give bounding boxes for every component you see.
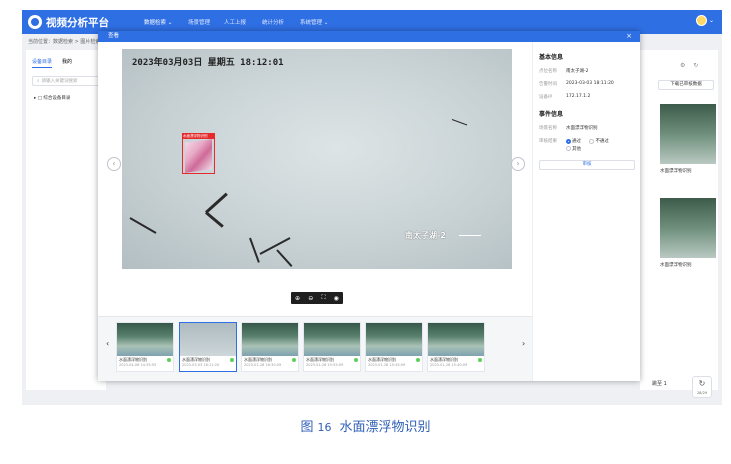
- audit-result-row: 审核结果 通过 不通过 其他: [539, 138, 634, 153]
- view-dialog: 查看 × 水面漂浮物识别 2023年03月03日 星期五 18:12:01 南太…: [98, 31, 640, 381]
- info-row-location: 点位名称 南太子湖-2: [539, 69, 589, 74]
- audit-button[interactable]: 审核: [539, 160, 635, 170]
- refresh-button[interactable]: ↻ 28/29: [692, 376, 712, 398]
- avatar: [695, 15, 707, 26]
- radio-pass[interactable]: 通过: [566, 138, 581, 144]
- debris-stick: [259, 237, 291, 255]
- image-toolbar: ⊕ ⊖ ⛶ ◉: [291, 292, 343, 304]
- chevron-left-icon: ‹: [112, 159, 116, 168]
- dialog-header: 查看: [98, 31, 640, 42]
- pager-input[interactable]: 1: [664, 381, 667, 387]
- debris-stick: [129, 217, 157, 234]
- chevron-right-icon[interactable]: ›: [522, 339, 525, 348]
- app-logo[interactable]: 视频分析平台: [28, 13, 109, 31]
- radio-other[interactable]: 其他: [566, 146, 581, 152]
- tree-item[interactable]: ▸ □ 综合设备目录: [26, 92, 106, 104]
- pager-label: 跳至: [652, 381, 663, 387]
- debris-stick: [451, 119, 468, 126]
- status-dot: [416, 358, 420, 362]
- dialog-title: 查看: [108, 33, 120, 39]
- thumbnail-image: [304, 323, 360, 356]
- close-icon[interactable]: ×: [626, 31, 632, 42]
- event-info-heading: 事件信息: [539, 111, 564, 118]
- left-panel: 设备目录 我的 ⌕ 请输入关键词搜索 ▸ □ 综合设备目录: [26, 50, 106, 390]
- status-dot: [230, 358, 234, 362]
- debris-stick: [204, 192, 228, 214]
- camera-label: 南太子湖-2: [405, 231, 446, 240]
- thumbnail-item[interactable]: 水面漂浮物识别 2023-04-06 14:35:55: [116, 322, 174, 372]
- status-dot: [292, 358, 296, 362]
- video-timestamp: 2023年03月03日 星期五 18:12:01: [132, 58, 284, 68]
- thumbnail-image: [366, 323, 422, 356]
- zoom-out-icon[interactable]: ⊖: [308, 295, 313, 302]
- result-image[interactable]: [660, 104, 716, 164]
- refresh-count: 28/29: [696, 391, 708, 395]
- status-dot: [167, 358, 171, 362]
- result-caption: 水面漂浮物识别: [660, 169, 692, 174]
- thumbnail-image: [117, 323, 173, 356]
- next-image-button[interactable]: ›: [511, 157, 525, 171]
- info-row-scene: 场景名称 水面漂浮物识别: [539, 126, 598, 131]
- audit-result-label: 审核结果: [539, 139, 557, 144]
- settings-icon[interactable]: ⚙: [680, 62, 685, 69]
- tab-mine[interactable]: 我的: [62, 58, 72, 68]
- result-caption: 水面漂浮物识别: [660, 263, 692, 268]
- zoom-in-icon[interactable]: ⊕: [295, 295, 300, 302]
- debris-stick: [205, 211, 224, 228]
- fullscreen-icon[interactable]: ⛶: [321, 294, 325, 302]
- camera-label-line: [459, 235, 481, 236]
- download-audited-button[interactable]: 下载已审核数据: [658, 80, 714, 90]
- thumbnail-item-active[interactable]: 水面漂浮物识别 2023-03-03 18:11:20: [179, 322, 237, 372]
- debris-stick: [276, 249, 293, 268]
- user-menu[interactable]: ⌄: [695, 15, 714, 26]
- debris-stick: [249, 237, 260, 263]
- thumbnail-strip: ‹ › 水面漂浮物识别 2023-04-06 14:35:55 水面漂浮物识别 …: [98, 316, 532, 381]
- background-results: ⚙ ↻ 下载已审核数据 水面漂浮物识别 水面漂浮物识别: [640, 50, 718, 390]
- search-icon: ⌕: [37, 79, 40, 84]
- basic-info-heading: 基本信息: [539, 54, 564, 61]
- refresh-icon[interactable]: ↻: [693, 62, 698, 69]
- prev-image-button[interactable]: ‹: [107, 157, 121, 171]
- figure-caption: 图 16 水面漂浮物识别: [300, 420, 431, 435]
- thumbnail-image: [242, 323, 298, 356]
- chevron-down-icon: ⌄: [708, 17, 714, 24]
- thumbnail-image: [428, 323, 484, 356]
- result-image[interactable]: [660, 198, 716, 258]
- video-frame[interactable]: 水面漂浮物识别 2023年03月03日 星期五 18:12:01 南太子湖-2: [122, 49, 512, 269]
- detection-label: 水面漂浮物识别: [182, 133, 215, 139]
- tree-search-input[interactable]: ⌕ 请输入关键词搜索: [32, 76, 100, 86]
- thumbnail-image: [180, 323, 236, 356]
- app-title: 视频分析平台: [46, 16, 109, 29]
- breadcrumb: 当前位置：数据检索 > 图片检索: [28, 39, 101, 45]
- radio-fail[interactable]: 不通过: [589, 138, 609, 144]
- chevron-right-icon: ›: [516, 159, 520, 168]
- thumbnail-item[interactable]: 水面漂浮物识别 2023-01-28 15:40:09: [427, 322, 485, 372]
- info-row-alarm-time: 告警时间 2023-03-03 18:11:20: [539, 81, 614, 87]
- thumbnail-item[interactable]: 水面漂浮物识别 2023-01-28 15:55:09: [303, 322, 361, 372]
- refresh-icon: ↻: [698, 379, 706, 388]
- thumbnail-item[interactable]: 水面漂浮物识别 2023-01-28 15:45:09: [365, 322, 423, 372]
- logo-icon: [28, 15, 42, 29]
- thumbnail-item[interactable]: 水面漂浮物识别 2023-01-28 16:30:09: [241, 322, 299, 372]
- status-dot: [354, 358, 358, 362]
- info-panel: 基本信息 点位名称 南太子湖-2 告警时间 2023-03-03 18:11:20 …: [532, 42, 640, 381]
- info-row-device-ip: 设备IP 172.17.1.2: [539, 94, 591, 100]
- pagination: 跳至 1: [652, 380, 667, 387]
- detection-box: [182, 138, 215, 174]
- chevron-left-icon[interactable]: ‹: [106, 339, 109, 348]
- status-dot: [478, 358, 482, 362]
- tab-device-catalog[interactable]: 设备目录: [32, 58, 53, 68]
- eye-icon[interactable]: ◉: [334, 295, 339, 302]
